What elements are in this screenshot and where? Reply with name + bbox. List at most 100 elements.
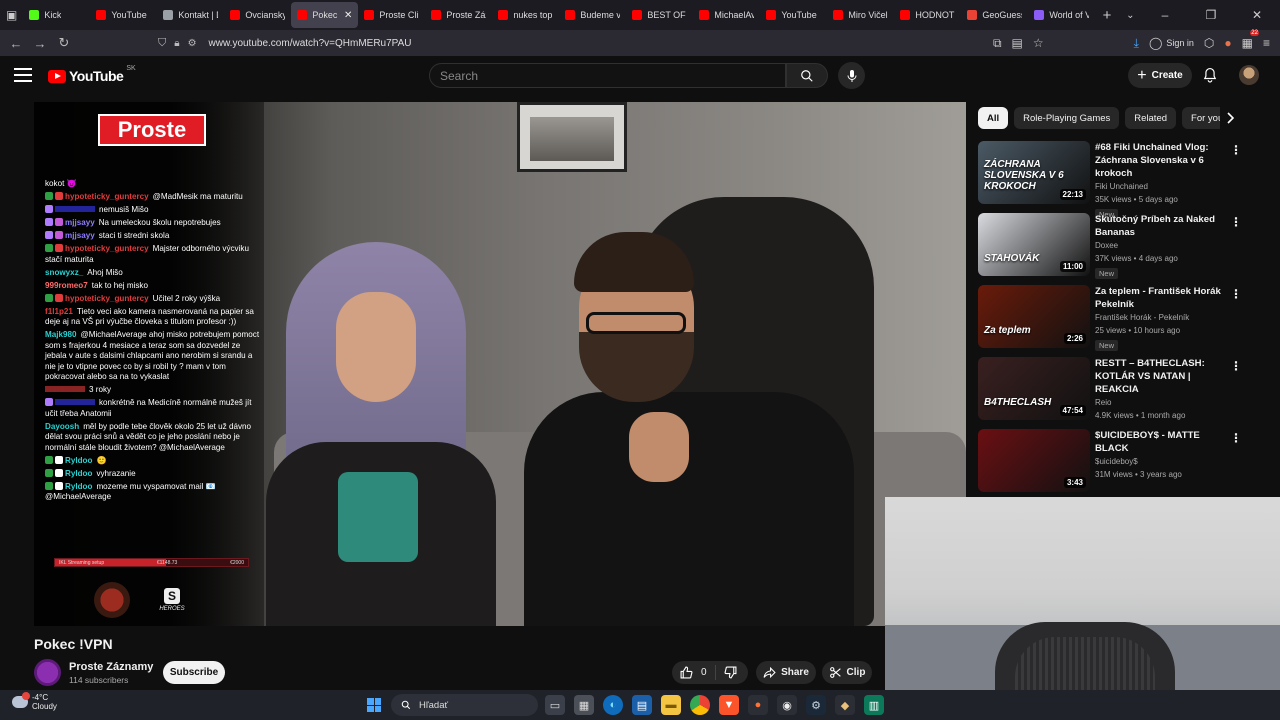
guide-menu-icon[interactable] [14,68,32,82]
search-input[interactable]: Search [429,63,786,88]
video-title[interactable]: Za teplem - František Horák Pekelník [1095,285,1235,311]
chip-related[interactable]: Related [1125,107,1177,129]
weather-widget[interactable]: -4°C Cloudy [12,692,57,711]
windows-start-icon[interactable] [367,698,381,712]
browser-tab[interactable]: Ovciansky [224,2,291,28]
channel-name[interactable]: $uicideboy$ [1095,455,1235,468]
notepad-icon[interactable]: ▥ [864,695,884,715]
browser-tab[interactable]: HODNOTE [894,2,961,28]
channel-name[interactable]: Doxee [1095,239,1235,252]
lock-icon[interactable]: 🔒︎ [174,38,179,49]
mail-icon[interactable]: ▤ [632,695,652,715]
menu-icon[interactable]: ≡ [1263,36,1270,50]
video-player[interactable]: Proste kokot 😈 hypoteticky_guntercy @MadMe… [34,102,966,626]
video-thumbnail[interactable]: ZÁCHRANA SLOVENSKA V 6 KROKOCH 22:13 [978,141,1090,204]
extension-badge-icon[interactable]: ▦ 22 [1242,30,1259,50]
url-text[interactable]: www.youtube.com/watch?v=QHmMERu7PAU [209,38,412,49]
permissions-icon[interactable]: ⚙ [188,38,197,49]
app-icon[interactable]: ◆ [835,695,855,715]
browser-tab[interactable]: BEST OF R [626,2,693,28]
channel-name[interactable]: František Horák - Pekelník [1095,311,1235,324]
browser-tab[interactable]: Pokec !V ✕ [291,2,359,28]
more-options-icon[interactable]: ⋮ [1230,143,1242,157]
video-thumbnail[interactable]: STAHOVÁK 11:00 [978,213,1090,276]
create-button[interactable]: + Create [1128,63,1192,88]
chrome-icon[interactable] [690,695,710,715]
subscribe-button[interactable]: Subscribe [163,661,225,684]
steam-icon[interactable]: ⚙ [806,695,826,715]
maximize-button[interactable]: ❐ [1188,8,1234,22]
taskbar-search-input[interactable]: Hľadať [391,694,538,716]
extensions-icon[interactable]: ⬡ [1204,36,1214,50]
video-thumbnail[interactable]: Za teplem 2:26 [978,285,1090,348]
video-title[interactable]: $UICIDEBOY$ - MATTE BLACK [1095,429,1235,455]
more-options-icon[interactable]: ⋮ [1230,287,1242,301]
browser-tab[interactable]: Proste Záz [425,2,492,28]
recommended-video[interactable]: STAHOVÁK 11:00 Skutočný Príbeh za Naked Ba… [978,213,1250,285]
recommended-video[interactable]: 3:43 $UICIDEBOY$ - MATTE BLACK $uicideboy$… [978,429,1250,497]
video-title[interactable]: RESTT – B4THECLASH: KOTLÁR VS NATAN | RE… [1095,357,1235,396]
file-explorer-icon[interactable]: ▬ [661,695,681,715]
shield-icon[interactable]: ⛉ [158,37,166,50]
reader-view-icon[interactable]: ▤ [1012,36,1023,50]
reload-icon[interactable]: ↻ [52,35,76,51]
picture-in-picture-icon[interactable]: ⧉ [993,36,1002,51]
tab-overflow-chevron-icon[interactable]: ⌄ [1119,10,1142,21]
browser-tab[interactable]: YouTube [90,2,157,28]
chip-all[interactable]: All [978,107,1009,129]
minimize-button[interactable]: – [1142,8,1188,22]
browser-tab[interactable]: Proste Clip [358,2,425,28]
recommended-video[interactable]: Za teplem 2:26 Za teplem - František Horák… [978,285,1250,357]
browser-tab[interactable]: Kontakt | D [157,2,224,28]
search-button[interactable] [786,63,828,88]
browser-tab[interactable]: nukes top [492,2,559,28]
notifications-bell-icon[interactable] [1200,65,1220,85]
video-thumbnail[interactable]: 3:43 [978,429,1090,492]
close-window-button[interactable]: ✕ [1234,8,1280,22]
firefox-account-icon[interactable]: ● [1224,36,1231,50]
channel-name[interactable]: Proste Záznamy [69,661,153,673]
like-button[interactable]: 0 [672,665,716,680]
browser-tab[interactable]: World of V [1028,2,1095,28]
address-bar[interactable]: ⛉ 🔒︎ ⚙ www.youtube.com/watch?v=QHmMERu7P… [152,32,1022,54]
recommended-video[interactable]: ZÁCHRANA SLOVENSKA V 6 KROKOCH 22:13 #68 F… [978,141,1250,220]
browser-tab[interactable]: Miro Vičel [827,2,894,28]
user-avatar[interactable] [1239,65,1259,85]
more-options-icon[interactable]: ⋮ [1230,359,1242,373]
store-icon[interactable]: ▦ [574,695,594,715]
chevron-right-icon[interactable] [1220,107,1240,129]
more-options-icon[interactable]: ⋮ [1230,431,1242,445]
clip-button[interactable]: Clip [822,661,872,684]
voice-search-button[interactable] [838,62,865,89]
browser-tab[interactable]: YouTube [760,2,827,28]
dislike-button[interactable] [716,666,737,679]
tab-list-icon[interactable]: ▣ [0,0,23,30]
brave-icon[interactable]: ▼ [719,695,739,715]
video-title[interactable]: #68 Fiki Unchained Vlog: Záchrana Sloven… [1095,141,1235,180]
downloads-icon[interactable]: ⤓ [1134,36,1139,51]
video-title[interactable]: Skutočný Príbeh za Naked Bananas [1095,213,1235,239]
tab-close-icon[interactable]: ✕ [344,10,352,21]
back-icon[interactable]: ← [4,36,28,51]
new-tab-button[interactable]: + [1095,7,1118,24]
video-thumbnail[interactable]: B4THECLASH 47:54 [978,357,1090,420]
browser-tab[interactable]: Kick [23,2,90,28]
task-view-icon[interactable]: ▭ [545,695,565,715]
channel-name[interactable]: Fiki Unchained [1095,180,1235,193]
more-options-icon[interactable]: ⋮ [1230,215,1242,229]
browser-tab[interactable]: Budeme vo [559,2,626,28]
edge-icon[interactable]: ◐ [603,695,623,715]
channel-avatar[interactable] [34,659,61,686]
bookmark-star-icon[interactable]: ☆ [1033,36,1044,50]
youtube-logo[interactable]: YouTube SK [48,65,136,84]
obs-icon[interactable]: ◉ [777,695,797,715]
firefox-icon[interactable]: ● [748,695,768,715]
recommended-video[interactable]: B4THECLASH 47:54 RESTT – B4THECLASH: KOTLÁ… [978,357,1250,429]
browser-tab[interactable]: GeoGuess [961,2,1028,28]
share-button[interactable]: Share [756,661,816,684]
sign-in-button[interactable]: ◯ Sign in [1149,36,1194,50]
channel-name[interactable]: Reio [1095,396,1235,409]
forward-icon[interactable]: → [28,36,52,51]
browser-tab[interactable]: MichaelAv [693,2,760,28]
chip-role-playing-games[interactable]: Role-Playing Games [1014,107,1120,129]
